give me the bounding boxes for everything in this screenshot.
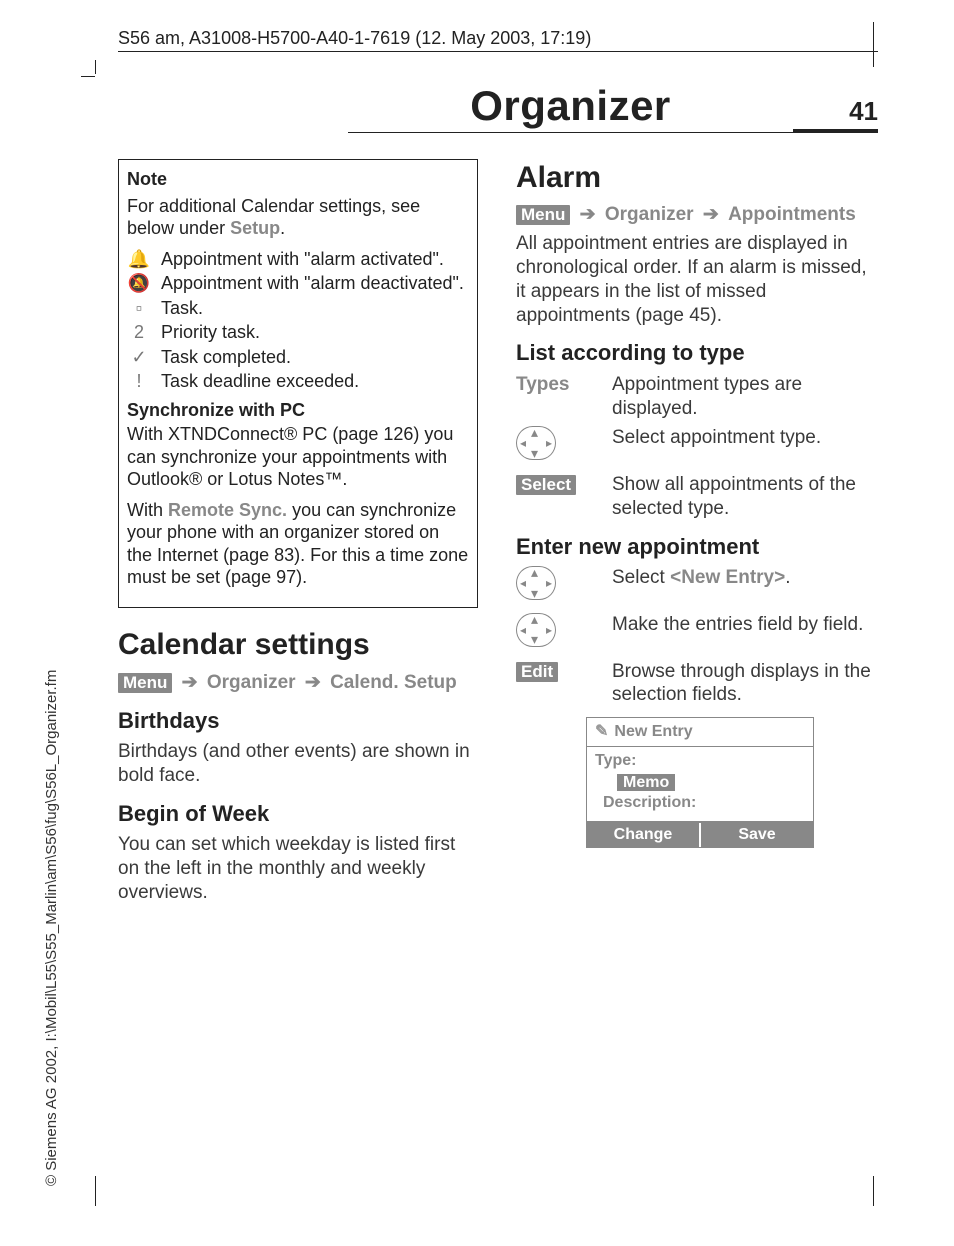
edit-icon: ✎ — [595, 723, 608, 740]
remote-sync-link: Remote Sync. — [168, 500, 287, 520]
page-number: 41 — [793, 96, 878, 133]
icon-desc: Task deadline exceeded. — [161, 370, 359, 393]
list-type-heading: List according to type — [516, 339, 876, 367]
arrow-icon: ➔ — [178, 672, 202, 693]
note-heading: Note — [127, 168, 469, 191]
begin-week-text: You can set which weekday is listed firs… — [118, 833, 478, 904]
check-icon: ✓ — [127, 346, 151, 369]
bell-off-icon: 🔕 — [127, 272, 151, 295]
phone-change-button[interactable]: Change — [587, 823, 699, 847]
arrow-icon: ➔ — [699, 204, 723, 225]
exclaim-icon: ! — [127, 370, 151, 393]
sync-heading: Synchronize with PC — [127, 399, 469, 422]
edit-chip: Edit — [516, 662, 558, 682]
menu-chip: Menu — [118, 673, 172, 693]
icon-desc: Appointment with "alarm deactivated". — [161, 272, 464, 295]
nav-key-icon: ◂▸ — [516, 613, 556, 647]
arrow-icon: ➔ — [301, 672, 325, 693]
enter-new-heading: Enter new appointment — [516, 533, 876, 561]
nav2-c: . — [785, 567, 790, 588]
new-entry-label: <New Entry> — [670, 567, 785, 588]
note-intro-end: . — [280, 218, 285, 238]
phone-title: New Entry — [614, 723, 692, 740]
birthdays-text: Birthdays (and other events) are shown i… — [118, 740, 478, 788]
running-header: S56 am, A31008-H5700-A40-1-7619 (12. May… — [118, 28, 878, 52]
note-box: Note For additional Calendar settings, s… — [118, 159, 478, 608]
setup-link: Setup — [230, 218, 280, 238]
phone-desc-label: Description: — [595, 793, 805, 817]
select-new-entry: Select <New Entry>. — [612, 566, 876, 590]
sync-p1: With XTNDConnect® PC (page 126) you can … — [127, 423, 469, 491]
breadcrumb-alarm: Menu ➔ Organizer ➔ Appointments — [516, 203, 876, 227]
types-text: Appointment types are displayed. — [612, 373, 876, 421]
calendar-settings-heading: Calendar settings — [118, 626, 478, 664]
sync-p2-a: With — [127, 500, 168, 520]
path-calend-setup: Calend. Setup — [330, 672, 457, 693]
path-organizer: Organizer — [605, 204, 694, 225]
page-title: Organizer — [348, 82, 793, 133]
nav-select-type: Select appointment type. — [612, 426, 876, 450]
phone-save-button[interactable]: Save — [701, 823, 813, 847]
icon-desc: Appointment with "alarm activated". — [161, 248, 444, 271]
path-appointments: Appointments — [728, 204, 856, 225]
bell-icon: 🔔 — [127, 248, 151, 271]
types-label: Types — [516, 373, 594, 397]
begin-week-heading: Begin of Week — [118, 800, 478, 828]
sync-p2: With Remote Sync. you can synchronize yo… — [127, 499, 469, 589]
menu-chip: Menu — [516, 205, 570, 225]
select-text: Show all appointments of the selected ty… — [612, 473, 876, 521]
edit-text: Browse through displays in the selection… — [612, 660, 876, 708]
priority-icon: 2 — [127, 321, 151, 344]
icon-desc: Task. — [161, 297, 203, 320]
phone-type-value: Memo — [617, 774, 675, 791]
note-intro: For additional Calendar settings, see be… — [127, 195, 469, 240]
nav2-a: Select — [612, 567, 670, 588]
path-organizer: Organizer — [207, 672, 296, 693]
birthdays-heading: Birthdays — [118, 707, 478, 735]
select-chip: Select — [516, 475, 576, 495]
arrow-icon: ➔ — [576, 204, 600, 225]
breadcrumb-calendar: Menu ➔ Organizer ➔ Calend. Setup — [118, 671, 478, 695]
nav-key-icon: ◂▸ — [516, 426, 556, 460]
phone-screenshot: ✎ New Entry Type: Memo Description: Chang… — [586, 717, 814, 848]
icon-desc: Priority task. — [161, 321, 260, 344]
alarm-heading: Alarm — [516, 159, 876, 197]
spine-text: © Siemens AG 2002, I:\Mobil\L55\S55_Marl… — [43, 670, 60, 1186]
alarm-intro: All appointment entries are displayed in… — [516, 232, 876, 327]
icon-desc: Task completed. — [161, 346, 291, 369]
make-entries-text: Make the entries field by field. — [612, 613, 876, 637]
task-icon: ▫ — [127, 297, 151, 320]
phone-type-label: Type: — [595, 751, 805, 771]
nav-key-icon: ◂▸ — [516, 566, 556, 600]
